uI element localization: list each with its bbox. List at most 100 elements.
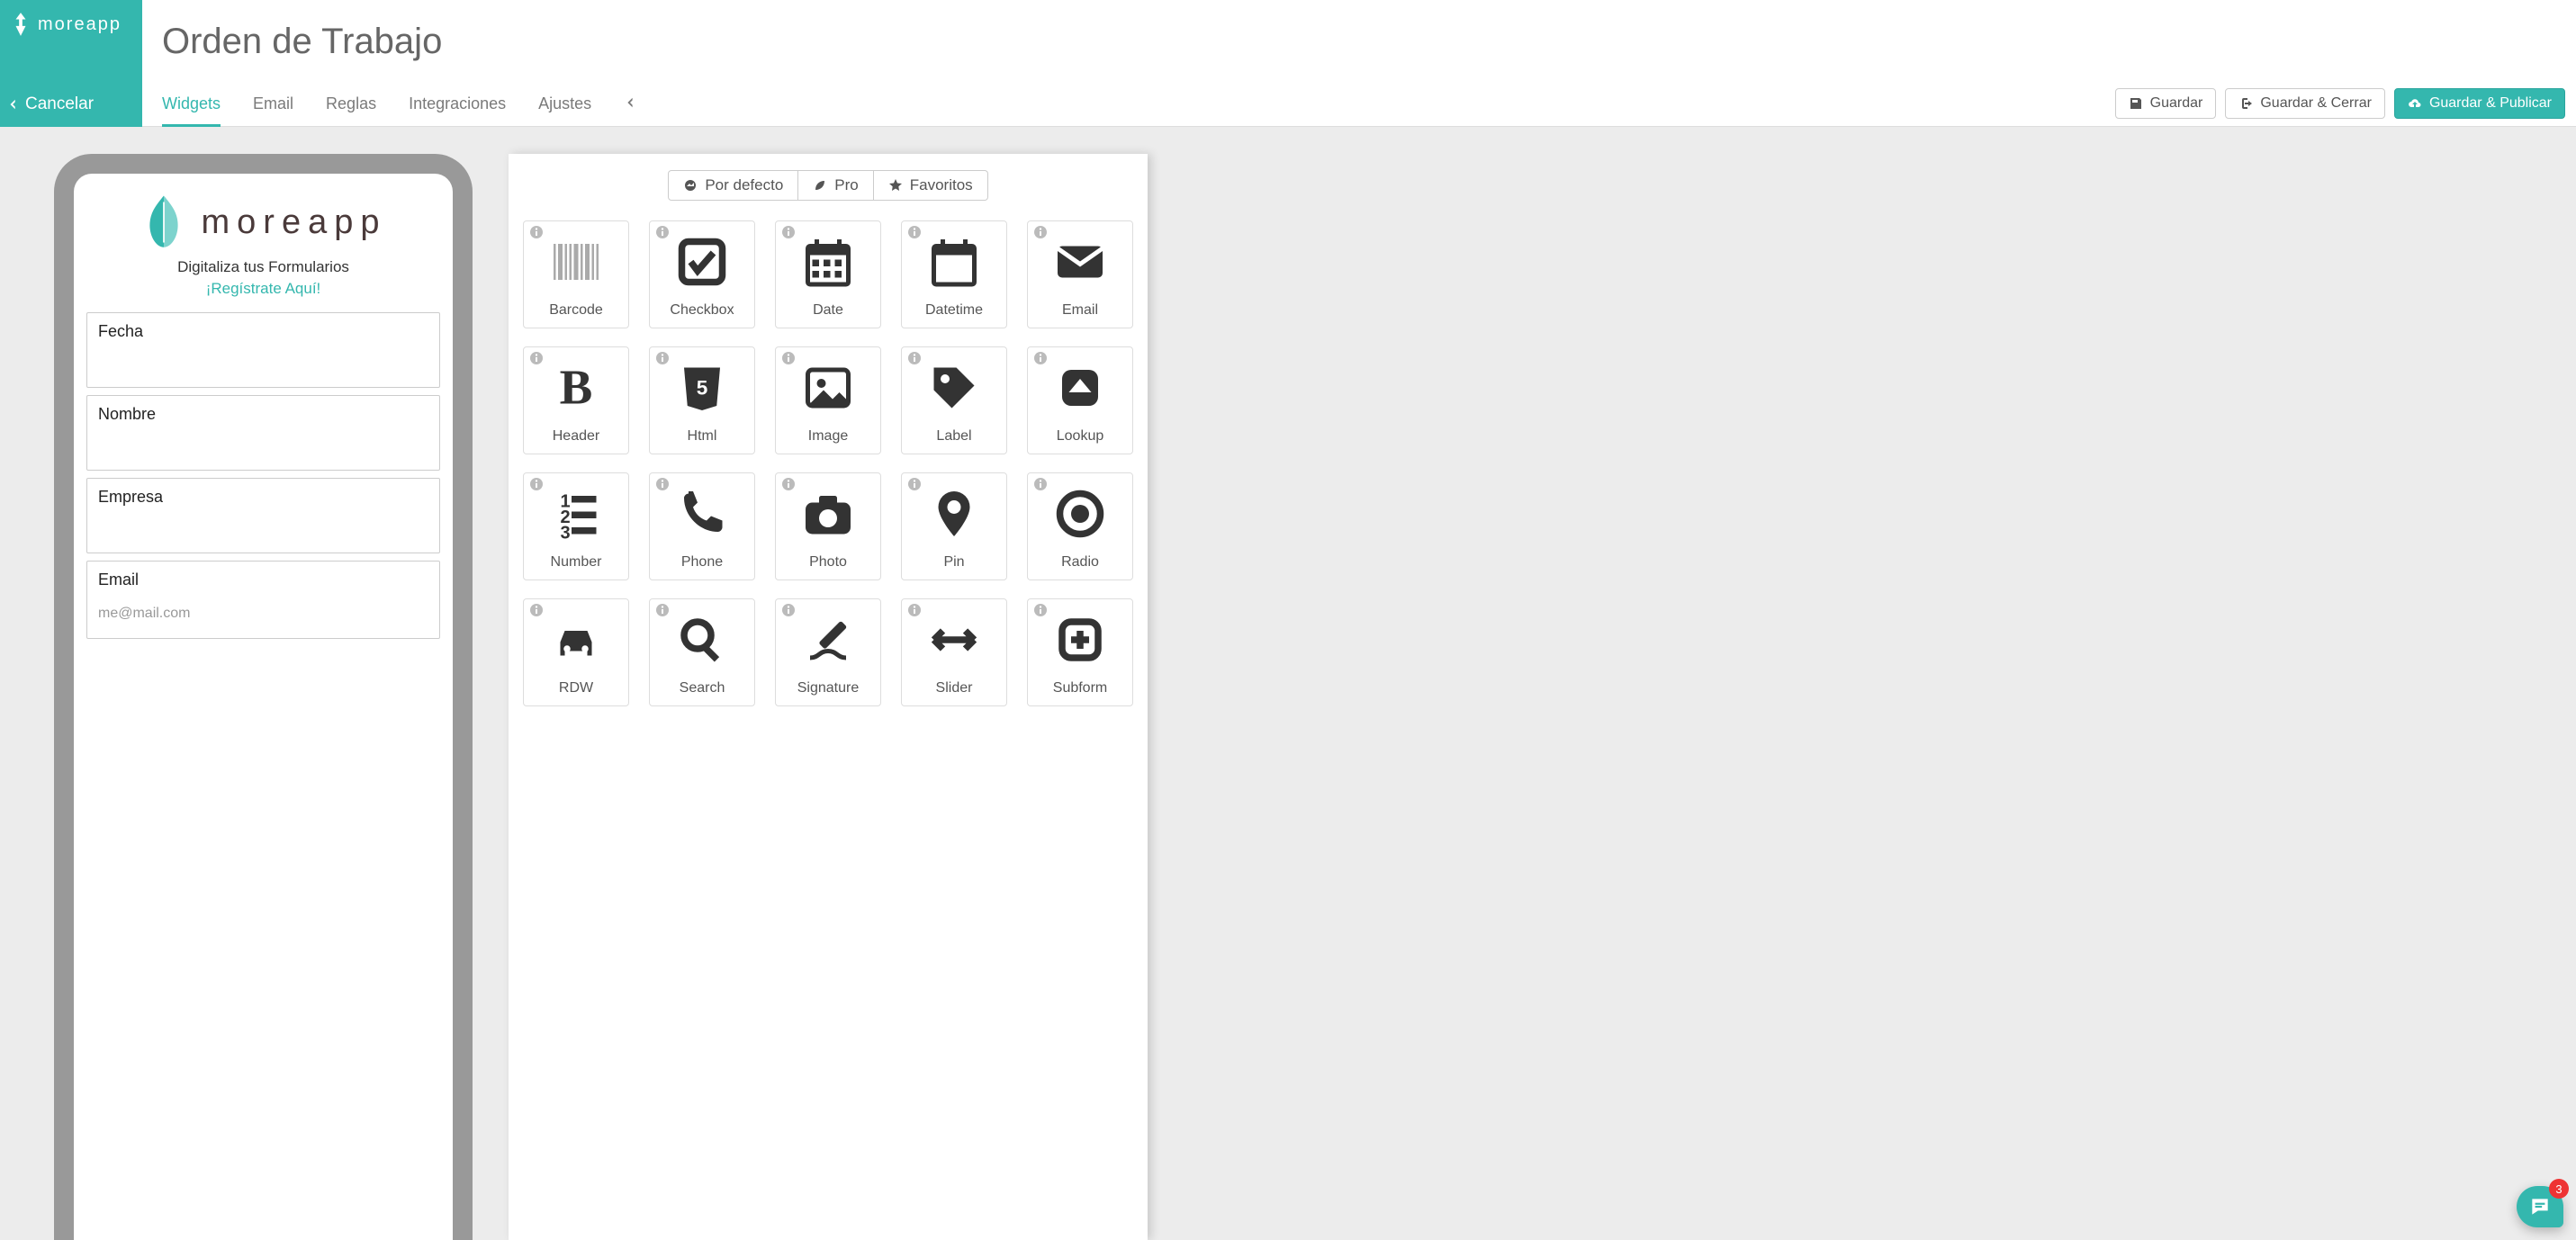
brand-logo[interactable]: moreapp — [0, 0, 142, 49]
info-icon[interactable] — [1033, 477, 1048, 491]
widget-grid: Barcode Checkbox Date DatetimeEmail Header Ht… — [521, 220, 1135, 706]
widget-rdw[interactable]: RDW — [523, 598, 629, 706]
info-icon[interactable] — [907, 351, 922, 365]
info-icon[interactable] — [1033, 351, 1048, 365]
signature-icon — [801, 599, 855, 680]
info-icon[interactable] — [781, 225, 796, 239]
leaf-color-icon — [140, 193, 187, 251]
widget-phone[interactable]: Phone — [649, 472, 755, 580]
rdw-icon — [549, 599, 603, 680]
field-label: Nombre — [98, 405, 428, 424]
info-icon[interactable] — [1033, 603, 1048, 617]
widget-slider[interactable]: Slider — [901, 598, 1007, 706]
info-icon[interactable] — [781, 477, 796, 491]
email-icon — [1053, 221, 1107, 302]
cancel-button[interactable]: Cancelar — [7, 94, 94, 114]
info-icon[interactable] — [781, 351, 796, 365]
tab-widgets[interactable]: Widgets — [162, 85, 221, 127]
form-field-fecha[interactable]: Fecha — [86, 312, 440, 388]
chat-badge: 3 — [2549, 1179, 2569, 1199]
search-icon — [675, 599, 729, 680]
widget-label: Date — [813, 302, 843, 319]
widget-label: Photo — [809, 554, 847, 571]
widget-number[interactable]: Number — [523, 472, 629, 580]
widget-label: Radio — [1061, 554, 1099, 571]
subform-icon — [1053, 599, 1107, 680]
info-icon[interactable] — [655, 351, 670, 365]
save-button[interactable]: Guardar — [2115, 88, 2217, 119]
widget-checkbox[interactable]: Checkbox — [649, 220, 755, 328]
info-icon[interactable] — [655, 225, 670, 239]
info-icon[interactable] — [529, 225, 544, 239]
image-icon — [801, 347, 855, 428]
palette-tab-pro[interactable]: Pro — [798, 170, 873, 201]
widget-header[interactable]: Header — [523, 346, 629, 454]
palette-tab-favorites-label: Favoritos — [910, 176, 973, 194]
form-field-empresa[interactable]: Empresa — [86, 478, 440, 553]
brand-name: moreapp — [38, 14, 122, 35]
widget-subform[interactable]: Subform — [1027, 598, 1133, 706]
widget-palette: Por defecto Pro Favoritos Barcode Checkbo… — [509, 154, 1148, 1240]
info-icon[interactable] — [529, 477, 544, 491]
save-close-button[interactable]: Guardar & Cerrar — [2225, 88, 2385, 119]
chat-icon — [2528, 1195, 2552, 1218]
html-icon — [675, 347, 729, 428]
label-icon — [927, 347, 981, 428]
tab-email[interactable]: Email — [253, 85, 293, 127]
info-icon[interactable] — [781, 603, 796, 617]
info-icon[interactable] — [655, 477, 670, 491]
palette-tab-default[interactable]: Por defecto — [668, 170, 798, 201]
widget-label: Search — [680, 680, 725, 696]
radio-icon — [1053, 473, 1107, 554]
tab-rules[interactable]: Reglas — [326, 85, 376, 127]
widget-lookup[interactable]: Lookup — [1027, 346, 1133, 454]
widget-label: Header — [553, 428, 599, 445]
save-publish-button[interactable]: Guardar & Publicar — [2394, 88, 2565, 119]
widget-image[interactable]: Image — [775, 346, 881, 454]
phone-preview: moreapp Digitaliza tus Formularios ¡Regí… — [54, 154, 473, 1240]
lookup-icon — [1053, 347, 1107, 428]
widget-html[interactable]: Html — [649, 346, 755, 454]
preview-brand-text: moreapp — [202, 203, 387, 242]
info-icon[interactable] — [907, 225, 922, 239]
widget-barcode[interactable]: Barcode — [523, 220, 629, 328]
save-icon — [2129, 96, 2143, 111]
widget-email[interactable]: Email — [1027, 220, 1133, 328]
widget-label: Label — [936, 428, 971, 445]
chevron-left-icon — [624, 96, 636, 109]
chat-fab[interactable]: 3 — [2517, 1186, 2563, 1227]
preview-cta-link[interactable]: ¡Regístrate Aquí! — [86, 280, 440, 298]
info-icon[interactable] — [529, 603, 544, 617]
widget-photo[interactable]: Photo — [775, 472, 881, 580]
info-icon[interactable] — [907, 477, 922, 491]
cloud-upload-icon — [2408, 96, 2422, 111]
header-icon — [549, 347, 603, 428]
form-field-email[interactable]: Emailme@mail.com — [86, 561, 440, 639]
widget-radio[interactable]: Radio — [1027, 472, 1133, 580]
info-icon[interactable] — [529, 351, 544, 365]
tab-back[interactable] — [624, 85, 636, 127]
phone-screen[interactable]: moreapp Digitaliza tus Formularios ¡Regí… — [81, 183, 446, 1240]
widget-pin[interactable]: Pin — [901, 472, 1007, 580]
widget-label: Barcode — [549, 302, 603, 319]
info-icon[interactable] — [1033, 225, 1048, 239]
palette-tab-pro-label: Pro — [834, 176, 858, 194]
info-icon[interactable] — [907, 603, 922, 617]
datetime-icon — [927, 221, 981, 302]
widget-signature[interactable]: Signature — [775, 598, 881, 706]
form-field-nombre[interactable]: Nombre — [86, 395, 440, 471]
tab-settings[interactable]: Ajustes — [538, 85, 591, 127]
page-title: Orden de Trabajo — [162, 22, 442, 62]
preview-tagline: Digitaliza tus Formularios — [86, 258, 440, 276]
widget-label[interactable]: Label — [901, 346, 1007, 454]
tab-integrations[interactable]: Integraciones — [409, 85, 506, 127]
barcode-icon — [549, 221, 603, 302]
number-icon — [549, 473, 603, 554]
widget-search[interactable]: Search — [649, 598, 755, 706]
field-label: Empresa — [98, 488, 428, 507]
palette-tab-favorites[interactable]: Favoritos — [874, 170, 988, 201]
widget-label: Signature — [797, 680, 860, 696]
widget-date[interactable]: Date — [775, 220, 881, 328]
info-icon[interactable] — [655, 603, 670, 617]
widget-datetime[interactable]: Datetime — [901, 220, 1007, 328]
